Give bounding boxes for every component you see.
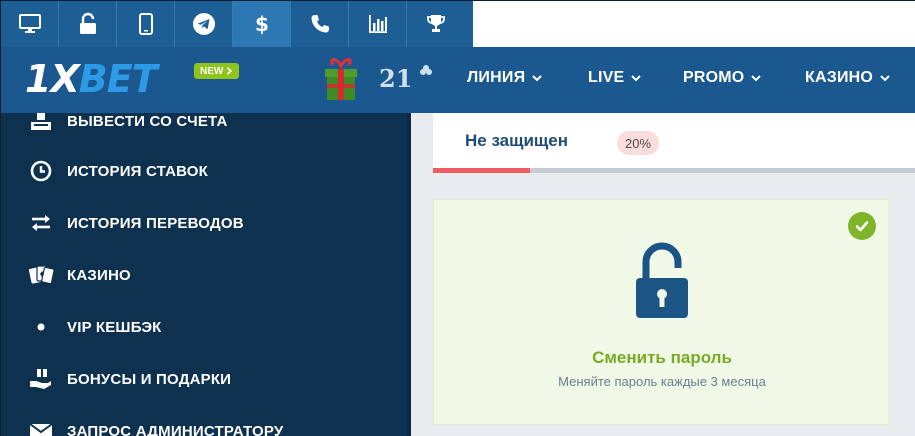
sidebar-item-casino[interactable]: КАЗИНО: [1, 249, 407, 301]
sidebar-item-label: ЗАПРОС АДМИНИСТРАТОРУ: [67, 422, 284, 436]
chevron-down-icon: [631, 75, 642, 82]
promo-number[interactable]: 21: [379, 64, 433, 93]
check-badge: [848, 212, 876, 240]
gift-hand-icon: [27, 365, 55, 393]
nav-promo[interactable]: PROMO: [683, 69, 762, 87]
nav-line-label: ЛИНИЯ: [467, 69, 526, 86]
dollar-icon: $: [255, 12, 269, 36]
desktop-icon: [18, 14, 41, 33]
check-icon: [855, 221, 869, 232]
nav-promo-label: PROMO: [683, 69, 745, 86]
sidebar-item-bet-history[interactable]: ИСТОРИЯ СТАВОК: [1, 145, 407, 197]
sidebar-item-transfer-history[interactable]: ИСТОРИЯ ПЕРЕВОДОВ: [1, 197, 407, 249]
telegram-icon: [192, 13, 215, 35]
transfer-arrows-icon: [27, 209, 55, 237]
sidebar-item-admin-request[interactable]: ЗАПРОС АДМИНИСТРАТОРУ: [1, 405, 407, 436]
phone-button[interactable]: [291, 1, 349, 47]
lock-open-icon: [79, 12, 96, 34]
sidebar-item-label: VIP КЕШБЭК: [67, 318, 162, 336]
chevron-down-icon: [751, 75, 762, 82]
nav-casino[interactable]: КАЗИНО: [805, 69, 891, 87]
logo-bet: BET: [78, 57, 158, 101]
sidebar-item-label: ИСТОРИЯ ПЕРЕВОДОВ: [67, 214, 244, 232]
payments-button[interactable]: $: [233, 1, 291, 47]
statistics-button[interactable]: [349, 1, 407, 47]
sidebar-item-label: ИСТОРИЯ СТАВОК: [67, 162, 209, 180]
phone-icon: [311, 15, 329, 33]
sidebar-item-vip-cashback[interactable]: VIP КЕШБЭК: [1, 301, 407, 353]
clock-icon: [27, 157, 55, 185]
promo-number-text: 21: [379, 64, 413, 93]
main-content: Не защищен 20% Сменить пароль Меняйте па…: [411, 113, 915, 436]
change-password-subtitle: Меняйте пароль каждые 3 месяца: [558, 374, 766, 389]
security-status-card: Не защищен 20%: [433, 113, 915, 173]
sidebar-item-label: ВЫВЕСТИ СО СЧЕТА: [67, 113, 228, 130]
tournaments-button[interactable]: [407, 1, 465, 47]
security-status-text: Не защищен: [465, 131, 568, 150]
sidebar-item-withdraw[interactable]: ВЫВЕСТИ СО СЧЕТА: [1, 113, 407, 147]
top-bar-blank: [473, 1, 915, 47]
svg-text:$: $: [255, 12, 269, 36]
desktop-button[interactable]: [1, 1, 59, 47]
sidebar-item-bonuses[interactable]: БОНУСЫ И ПОДАРКИ: [1, 353, 407, 405]
new-badge-label: NEW: [200, 65, 224, 77]
padlock-open-icon: [636, 242, 688, 318]
mobile-icon: [138, 13, 153, 35]
envelope-icon: [27, 417, 55, 436]
security-percent-badge: 20%: [617, 131, 660, 155]
withdraw-icon: [27, 113, 55, 135]
brand-logo[interactable]: 1X BET: [25, 57, 158, 101]
sidebar-item-label: КАЗИНО: [67, 266, 131, 284]
cards-icon: [27, 261, 55, 289]
nav-live-label: LIVE: [588, 69, 625, 86]
nav-line[interactable]: ЛИНИЯ: [467, 69, 543, 87]
stats-icon: [368, 15, 387, 33]
account-sidebar: ВЫВЕСТИ СО СЧЕТА ИСТОРИЯ СТАВОК ИСТОРИЯ …: [1, 113, 407, 436]
change-password-title[interactable]: Сменить пароль: [434, 348, 890, 368]
dot-icon: [27, 313, 55, 341]
chevron-down-icon: [532, 75, 542, 82]
top-toolbar: $: [1, 1, 473, 47]
trophy-icon: [427, 15, 445, 32]
security-progress-bar: [433, 168, 915, 173]
security-button[interactable]: [59, 1, 117, 47]
gift-icon[interactable]: [321, 56, 361, 102]
new-badge[interactable]: NEW: [194, 63, 240, 79]
logo-1x: 1X: [25, 57, 80, 101]
clover-icon: [419, 65, 432, 75]
change-password-card[interactable]: Сменить пароль Меняйте пароль каждые 3 м…: [433, 199, 889, 425]
nav-casino-label: КАЗИНО: [805, 69, 874, 86]
chevron-down-icon: [880, 75, 890, 82]
mobile-button[interactable]: [117, 1, 175, 47]
sidebar-item-label: БОНУСЫ И ПОДАРКИ: [67, 370, 232, 388]
chevron-right-icon: [227, 67, 233, 75]
main-nav: 1X BET NEW 21 ЛИНИЯ LIVE PROMO КАЗИНО: [1, 47, 915, 113]
nav-live[interactable]: LIVE: [588, 69, 642, 87]
security-progress-fill: [433, 168, 530, 173]
telegram-button[interactable]: [175, 1, 233, 47]
